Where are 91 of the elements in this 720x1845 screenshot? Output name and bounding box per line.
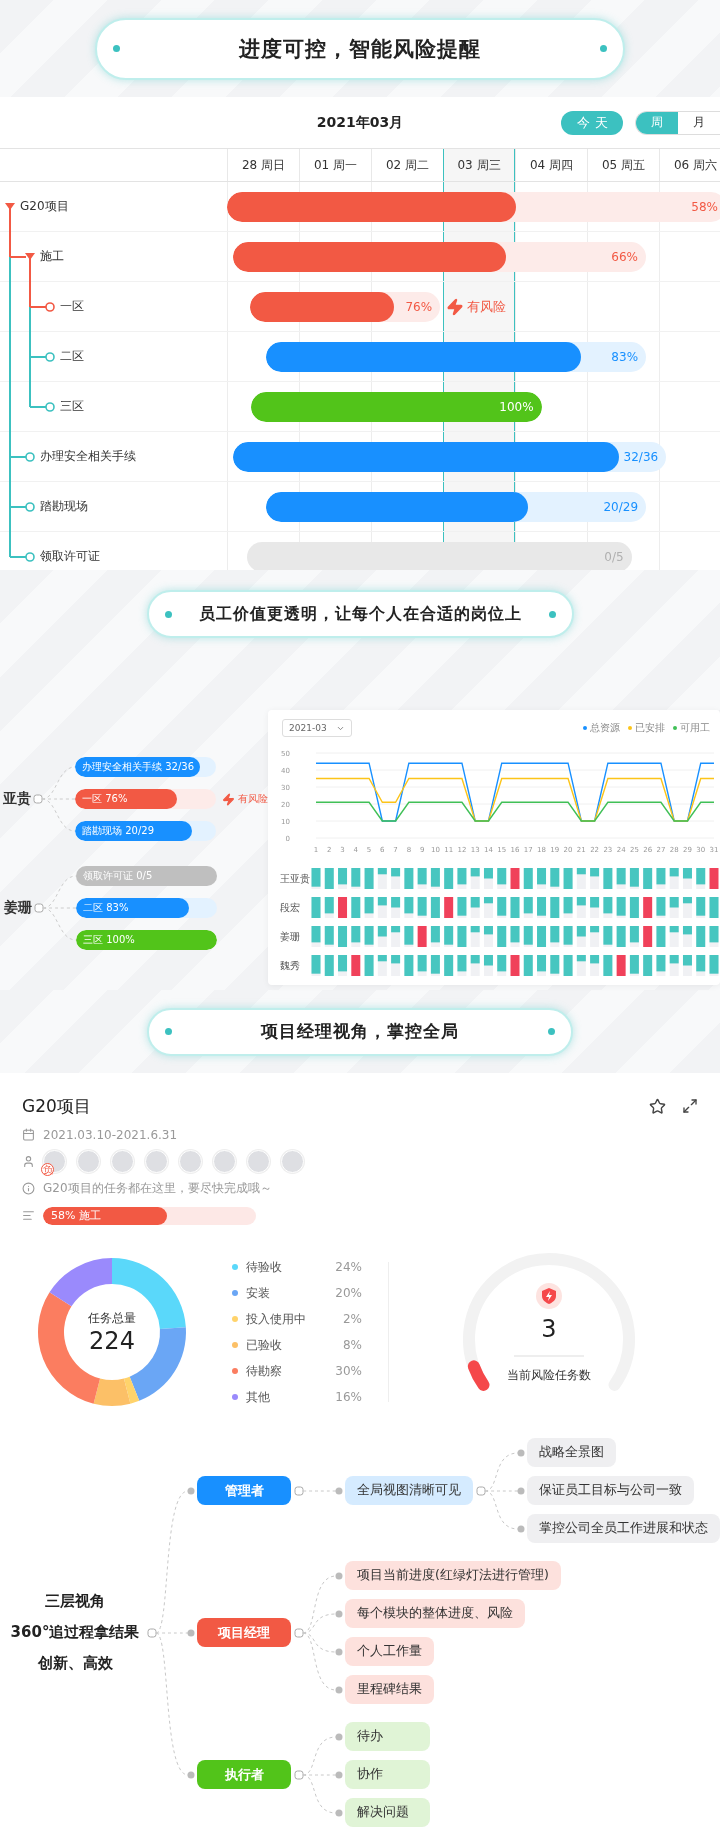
- project-title: G20项目: [22, 1094, 91, 1118]
- progress-reading: 83%: [611, 349, 640, 364]
- connector-drawing: [32, 875, 76, 941]
- task-name[interactable]: 踏勘现场: [40, 498, 88, 515]
- task-name[interactable]: G20项目: [20, 198, 69, 215]
- dot-icon: [165, 1028, 172, 1035]
- task-label: 踏勘现场 20/29: [81, 824, 154, 838]
- progress-reading: 20/29: [603, 499, 640, 514]
- progress-reading: 58%: [691, 199, 719, 214]
- topic-node[interactable]: 协作: [345, 1760, 430, 1789]
- person-name: 姜珊: [279, 929, 301, 944]
- legend-label: 待勘察: [246, 1362, 282, 1380]
- donut-caption: 任务总量: [88, 1309, 136, 1327]
- risk-count: 3: [541, 1315, 557, 1343]
- task-name[interactable]: 施工: [40, 248, 64, 265]
- topic-node[interactable]: 全局视图清晰可见: [345, 1476, 473, 1505]
- list-icon: [22, 1209, 35, 1222]
- connector-drawing: [31, 766, 75, 832]
- shield-icon: [536, 1283, 562, 1309]
- legend-value: 8%: [342, 1338, 362, 1352]
- person-name: 魏秀: [279, 958, 301, 973]
- topic-node[interactable]: 项目当前进度(红绿灯法进行管理): [345, 1561, 561, 1590]
- progress-reading: 66%: [611, 249, 639, 264]
- legend-item: 可用工: [673, 721, 710, 735]
- risk-label: 有风险: [467, 297, 507, 316]
- task-label: 二区 83%: [82, 901, 129, 915]
- legend-label: 已验收: [246, 1336, 282, 1354]
- person-name: 亚贵: [2, 790, 31, 808]
- legend-value: 20%: [335, 1286, 362, 1300]
- root-topic-line: 创新、高效: [37, 1654, 113, 1673]
- legend-label: 其他: [246, 1388, 270, 1406]
- legend-item: 总资源: [583, 721, 620, 735]
- progress-label: 58% 施工: [50, 1208, 101, 1223]
- expand-icon[interactable]: [682, 1097, 698, 1114]
- topic-node[interactable]: 待办: [345, 1722, 430, 1751]
- task-name[interactable]: 三区: [60, 398, 84, 415]
- task-name[interactable]: 办理安全相关手续: [40, 448, 136, 465]
- date-range: 2021.03.10-2021.6.31: [43, 1127, 178, 1142]
- risk-label: 有风险: [238, 792, 268, 806]
- day-column-header: 06 周六: [659, 149, 720, 181]
- dot-icon: [164, 610, 172, 618]
- root-topic-line: 360°追过程拿结果: [10, 1623, 140, 1642]
- task-label: 办理安全相关手续 32/36: [81, 760, 194, 774]
- lightning-icon: [446, 297, 465, 316]
- legend-label: 投入使用中: [246, 1310, 306, 1328]
- progress-reading: 32/36: [623, 449, 660, 464]
- task-name[interactable]: 二区: [60, 348, 84, 365]
- topic-node[interactable]: 里程碑结果: [345, 1675, 434, 1704]
- gauge-label: 当前风险任务数: [507, 1367, 591, 1384]
- dot-icon: [600, 45, 607, 52]
- user-icon: [22, 1155, 35, 1168]
- calendar-icon: [22, 1128, 35, 1141]
- dot-icon: [548, 1028, 555, 1035]
- month-select[interactable]: 2021-03: [282, 719, 352, 737]
- progress-reading: 100%: [499, 399, 535, 414]
- project-note: G20项目的任务都在这里，要尽快完成哦～: [43, 1180, 272, 1197]
- dot-icon: [548, 610, 556, 618]
- star-icon[interactable]: [649, 1097, 666, 1115]
- topic-node[interactable]: 个人工作量: [345, 1637, 434, 1666]
- topic-node[interactable]: 保证员工目标与公司一致: [527, 1476, 694, 1505]
- legend-value: 24%: [335, 1260, 362, 1274]
- person-name: 王亚贵: [279, 871, 308, 886]
- lightning-icon: [222, 792, 235, 806]
- topic-node[interactable]: 掌控公司全员工作进展和状态: [527, 1514, 720, 1543]
- banner-title: 项目经理视角，掌控全局: [261, 1020, 459, 1043]
- legend-label: 待验收: [246, 1258, 282, 1276]
- owner-badge: 负: [41, 1163, 54, 1176]
- progress-reading: 0/5: [604, 549, 625, 564]
- topic-node[interactable]: 战略全景图: [527, 1438, 616, 1467]
- legend-item: 已安排: [628, 721, 665, 735]
- connector-drawing: [291, 1485, 345, 1496]
- topic-node[interactable]: 每个模块的整体进度、风险: [345, 1599, 525, 1628]
- info-icon: [22, 1182, 35, 1195]
- legend-value: 2%: [342, 1312, 362, 1326]
- month-title: 2021年03月: [316, 113, 404, 132]
- person-name: 姜珊: [3, 899, 32, 917]
- task-name[interactable]: 一区: [60, 298, 84, 315]
- legend-value: 16%: [335, 1390, 362, 1404]
- root-topic-line: 三层视角: [45, 1592, 105, 1611]
- legend-label: 安装: [246, 1284, 270, 1302]
- banner-title: 员工价值更透明，让每个人在合适的岗位上: [198, 603, 522, 625]
- banner-title: 进度可控，智能风险提醒: [239, 35, 481, 63]
- task-label: 一区 76%: [81, 792, 128, 806]
- topic-node[interactable]: 解决问题: [345, 1798, 430, 1827]
- task-total-value: 224: [89, 1326, 135, 1355]
- legend-value: 30%: [335, 1364, 362, 1378]
- day-column-header: 03 周三: [443, 149, 515, 181]
- task-label: 三区 100%: [82, 933, 135, 947]
- dot-icon: [113, 45, 120, 52]
- progress-reading: 76%: [405, 299, 434, 314]
- person-name: 段宏: [279, 900, 301, 915]
